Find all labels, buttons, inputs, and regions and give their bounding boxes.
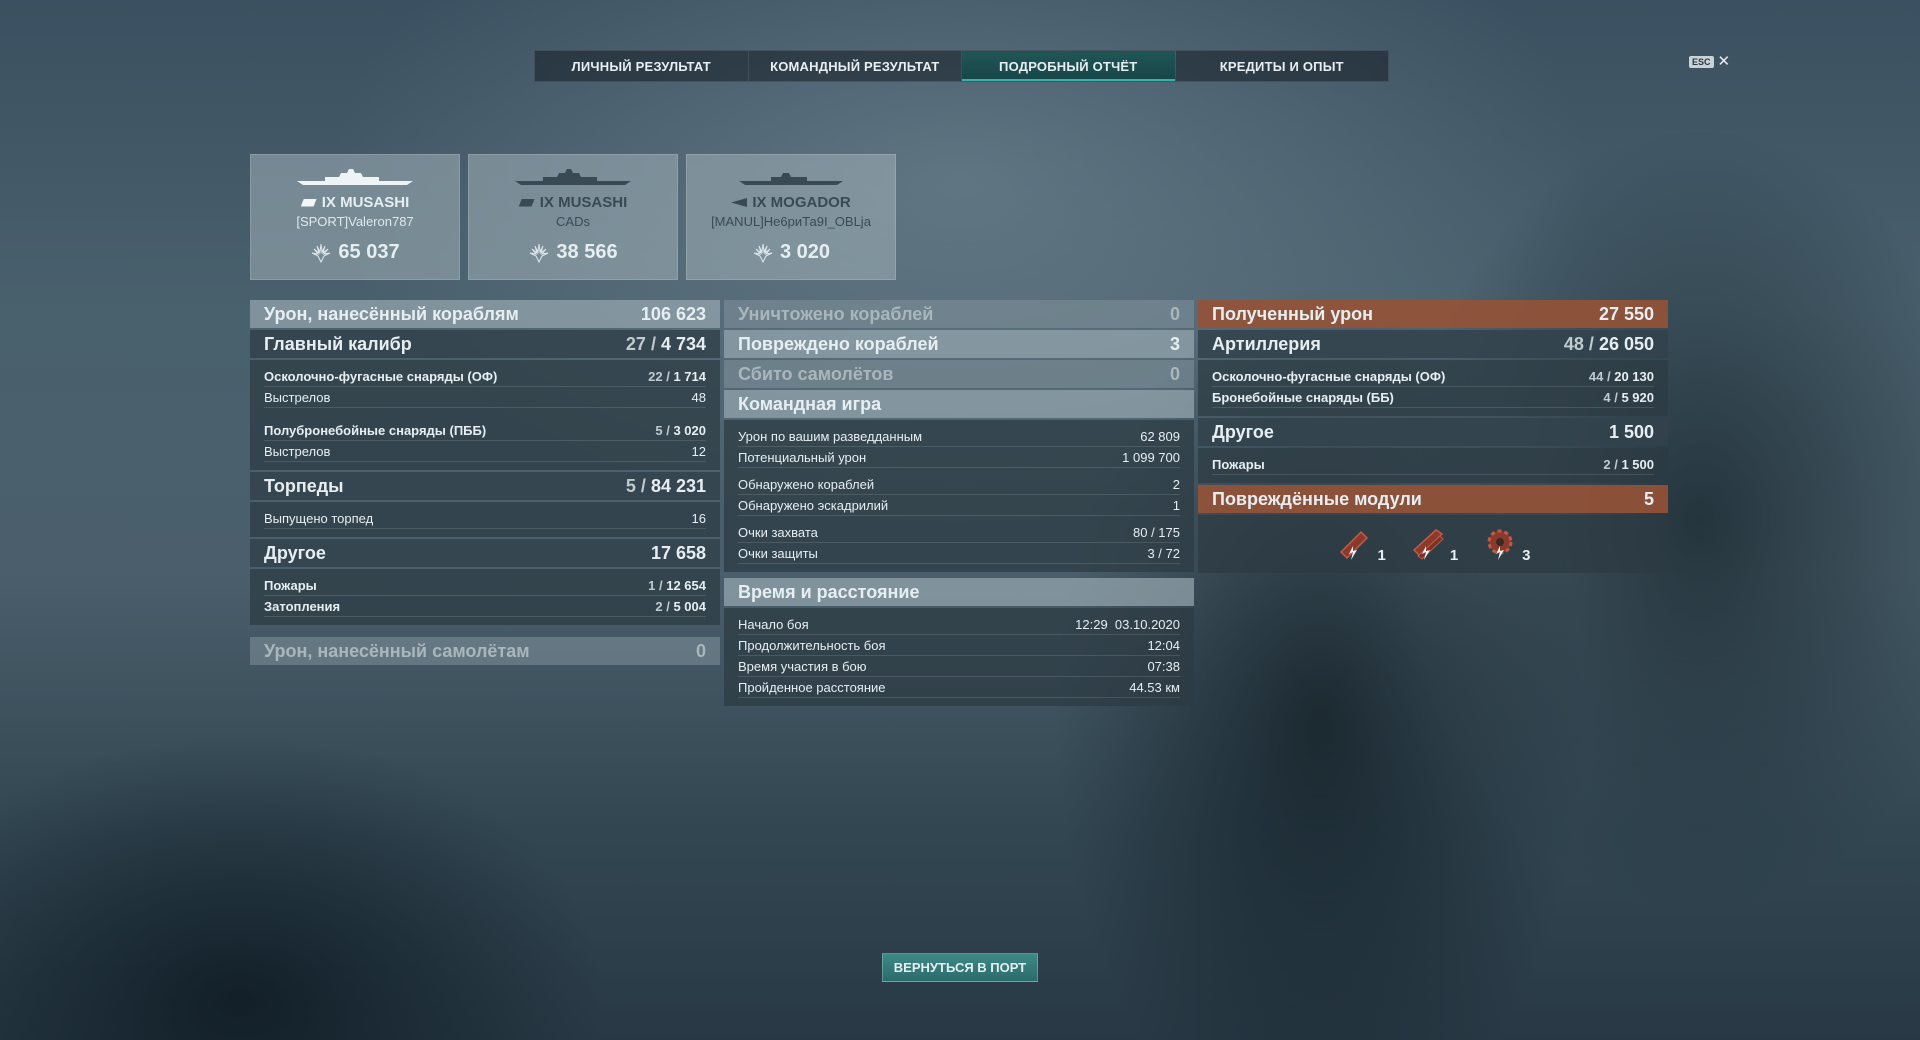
- ship-silhouette-icon: [297, 169, 413, 185]
- gun-barrel-damaged-icon: [1412, 529, 1444, 560]
- tab-detailed-report[interactable]: ПОДРОБНЫЙ ОТЧЁТ: [962, 51, 1176, 81]
- time-distance-details: Начало боя 12:29 03.10.2020 Продолжитель…: [724, 608, 1194, 706]
- damage-received-column: Полученный урон 27 550 Артиллерия 48 / 2…: [1198, 300, 1668, 573]
- ship-damage-header: Урон, нанесённый кораблям 106 623: [250, 300, 720, 328]
- stat-row: Пройденное расстояние 44.53 км: [738, 677, 1180, 698]
- stat-row: Выстрелов 12: [264, 441, 706, 462]
- player-card[interactable]: IX MUSASHI CADs 38 566: [468, 154, 678, 280]
- planes-shot-down-header: Сбито самолётов 0: [724, 360, 1194, 388]
- stat-row: Время участия в бою 07:38: [738, 656, 1180, 677]
- damaged-modules-header: Повреждённые модули 5: [1198, 485, 1668, 513]
- destroyer-class-icon: [731, 198, 748, 207]
- esc-key-icon: ESC: [1689, 55, 1714, 68]
- stat-row: Выстрелов 48: [264, 387, 706, 408]
- destroyed-ships-header: Уничтожено кораблей 0: [724, 300, 1194, 328]
- tab-credits-xp[interactable]: КРЕДИТЫ И ОПЫТ: [1176, 51, 1389, 81]
- torpedo-tube-damaged-icon: [1340, 530, 1369, 560]
- main-battery-details: Осколочно-фугасные снаряды (ОФ) 22 / 1 7…: [250, 360, 720, 470]
- ship-silhouette-icon: [739, 173, 843, 185]
- ship-name: IX MUSASHI: [321, 194, 410, 211]
- ship-silhouette-icon: [515, 169, 631, 185]
- stat-row: Начало боя 12:29 03.10.2020: [738, 614, 1180, 635]
- player-name: [MANUL]Не6риТа9I_OBLja: [711, 214, 871, 229]
- stat-row: Затопления 2 / 5 004: [264, 596, 706, 617]
- main-battery-header: Главный калибр 27 / 4 734: [250, 330, 720, 358]
- ship-name: IX MUSASHI: [539, 194, 628, 211]
- stat-row: Бронебойные снаряды (ББ) 4 / 5 920: [1212, 387, 1654, 408]
- base-xp-laurel-icon: [530, 243, 549, 263]
- player-name: CADs: [556, 214, 590, 229]
- tab-personal-result[interactable]: ЛИЧНЫЙ РЕЗУЛЬТАТ: [535, 51, 749, 81]
- player-card[interactable]: IX MOGADOR [MANUL]Не6риТа9I_OBLja 3 020: [686, 154, 896, 280]
- artillery-details: Осколочно-фугасные снаряды (ОФ) 44 / 20 …: [1198, 360, 1668, 416]
- torpedo-details: Выпущено торпед 16: [250, 502, 720, 537]
- other-damage-details: Пожары 1 / 12 654 Затопления 2 / 5 004: [250, 569, 720, 625]
- stat-row: Потенциальный урон 1 099 700: [738, 447, 1180, 468]
- battleship-class-icon: [300, 198, 317, 207]
- engine-gear-damaged-icon: [1487, 529, 1513, 560]
- stat-row: Очки захвата 80 / 175: [738, 522, 1180, 543]
- module-item[interactable]: 3: [1480, 524, 1531, 564]
- player-score: 38 566: [556, 241, 618, 263]
- stat-row: Продолжительность боя 12:04: [738, 635, 1180, 656]
- stat-row: Осколочно-фугасные снаряды (ОФ) 44 / 20 …: [1212, 366, 1654, 387]
- battle-stats-column: Уничтожено кораблей 0 Повреждено корабле…: [724, 300, 1194, 708]
- stat-row: Осколочно-фугасные снаряды (ОФ) 22 / 1 7…: [264, 366, 706, 387]
- result-tabs: ЛИЧНЫЙ РЕЗУЛЬТАТ КОМАНДНЫЙ РЕЗУЛЬТАТ ПОД…: [534, 50, 1389, 82]
- player-score: 65 037: [338, 241, 400, 263]
- player-card[interactable]: IX MUSASHI [SPORT]Valeron787 65 037: [250, 154, 460, 280]
- artillery-header: Артиллерия 48 / 26 050: [1198, 330, 1668, 358]
- plane-damage-header: Урон, нанесённый самолётам 0: [250, 637, 720, 665]
- tab-team-result[interactable]: КОМАНДНЫЙ РЕЗУЛЬТАТ: [749, 51, 962, 81]
- return-to-port-button[interactable]: ВЕРНУТЬСЯ В ПОРТ: [882, 953, 1038, 982]
- base-xp-laurel-icon: [753, 243, 773, 263]
- damage-dealt-column: Урон, нанесённый кораблям 106 623 Главны…: [250, 300, 720, 667]
- base-xp-laurel-icon: [312, 243, 331, 263]
- torpedoes-header: Торпеды 5 / 84 231: [250, 472, 720, 500]
- module-item[interactable]: 1: [1335, 524, 1386, 564]
- ship-name: IX MOGADOR: [752, 194, 851, 211]
- stat-row: Полубронебойные снаряды (ПББ) 5 / 3 020: [264, 420, 706, 441]
- close-button[interactable]: ESC ✕: [1689, 54, 1730, 69]
- close-icon: ✕: [1717, 53, 1731, 70]
- damaged-modules-list: 1 1 3: [1198, 515, 1668, 573]
- time-distance-header: Время и расстояние: [724, 578, 1194, 606]
- other-received-details: Пожары 2 / 1 500: [1198, 448, 1668, 483]
- damaged-ships-header: Повреждено кораблей 3: [724, 330, 1194, 358]
- stat-row: Очки защиты 3 / 72: [738, 543, 1180, 564]
- received-damage-header: Полученный урон 27 550: [1198, 300, 1668, 328]
- stat-row: Обнаружено кораблей 2: [738, 474, 1180, 495]
- battleship-class-icon: [518, 198, 535, 207]
- stat-row: Урон по вашим разведданным 62 809: [738, 426, 1180, 447]
- teamplay-header: Командная игра: [724, 390, 1194, 418]
- stat-row: Обнаружено эскадрилий 1: [738, 495, 1180, 516]
- player-score: 3 020: [779, 241, 831, 263]
- stat-row: Пожары 2 / 1 500: [1212, 454, 1654, 475]
- stat-row: Пожары 1 / 12 654: [264, 575, 706, 596]
- teamplay-details: Урон по вашим разведданным 62 809 Потенц…: [724, 420, 1194, 572]
- other-damage-header: Другое 17 658: [250, 539, 720, 567]
- stat-row: Выпущено торпед 16: [264, 508, 706, 529]
- module-item[interactable]: 1: [1408, 524, 1458, 564]
- player-name: [SPORT]Valeron787: [296, 214, 414, 229]
- other-received-header: Другое 1 500: [1198, 418, 1668, 446]
